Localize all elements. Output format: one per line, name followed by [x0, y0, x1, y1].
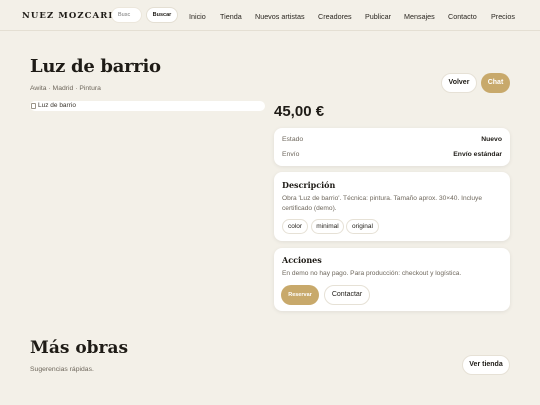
tag-color[interactable]: color [282, 219, 308, 234]
nav-link-inicio[interactable]: Inicio [189, 12, 206, 21]
broken-image-icon [31, 103, 36, 109]
envio-value: Envío estándar [453, 151, 502, 158]
actions-text: En demo no hay pago. Para producción: ch… [282, 270, 462, 277]
top-navigation-bar: NUEZ MOZCARDA Buscar Inicio Tienda Nuevo… [0, 0, 540, 31]
contact-button[interactable]: Contactar [324, 285, 370, 305]
estado-value: Nuevo [481, 136, 502, 143]
nav-link-publicar[interactable]: Publicar [365, 12, 391, 21]
estado-label: Estado [282, 136, 304, 143]
site-logo[interactable]: NUEZ MOZCARDA [22, 11, 125, 21]
nav-link-tienda[interactable]: Tienda [220, 12, 242, 21]
nav-link-nuevos-artistas[interactable]: Nuevos artistas [255, 12, 305, 21]
tag-minimal[interactable]: minimal [311, 219, 344, 234]
nav-link-contacto[interactable]: Contacto [448, 12, 477, 21]
search-button[interactable]: Buscar [146, 7, 178, 23]
view-store-button[interactable]: Ver tienda [462, 355, 510, 375]
artwork-image: Luz de barrio [30, 101, 265, 111]
nav-link-creadores[interactable]: Creadores [318, 12, 352, 21]
artwork-meta: Awita · Madrid · Pintura [30, 85, 101, 92]
more-works-title: Más obras [30, 338, 129, 358]
tag-original[interactable]: original [346, 219, 379, 234]
description-title: Descripción [282, 180, 336, 190]
artwork-title: Luz de barrio [30, 56, 161, 77]
actions-card: Acciones En demo no hay pago. Para produ… [274, 248, 510, 311]
nav-link-precios[interactable]: Precios [491, 12, 515, 21]
nav-link-mensajes[interactable]: Mensajes [404, 12, 435, 21]
chat-button[interactable]: Chat [481, 73, 510, 93]
details-card: Estado Nuevo Envío Envío estándar [274, 128, 510, 166]
description-text: Obra 'Luz de barrio'. Técnica: pintura. … [282, 195, 483, 212]
description-card: Descripción Obra 'Luz de barrio'. Técnic… [274, 172, 510, 241]
artwork-image-alt: Luz de barrio [38, 102, 76, 109]
actions-title: Acciones [282, 255, 322, 265]
more-works-subtitle: Sugerencias rápidas. [30, 366, 94, 373]
back-button[interactable]: Volver [441, 73, 477, 93]
envio-label: Envío [282, 151, 300, 158]
artwork-price: 45,00 € [274, 103, 325, 120]
reserve-button[interactable]: Reservar [281, 285, 319, 305]
search-input[interactable] [111, 7, 142, 23]
